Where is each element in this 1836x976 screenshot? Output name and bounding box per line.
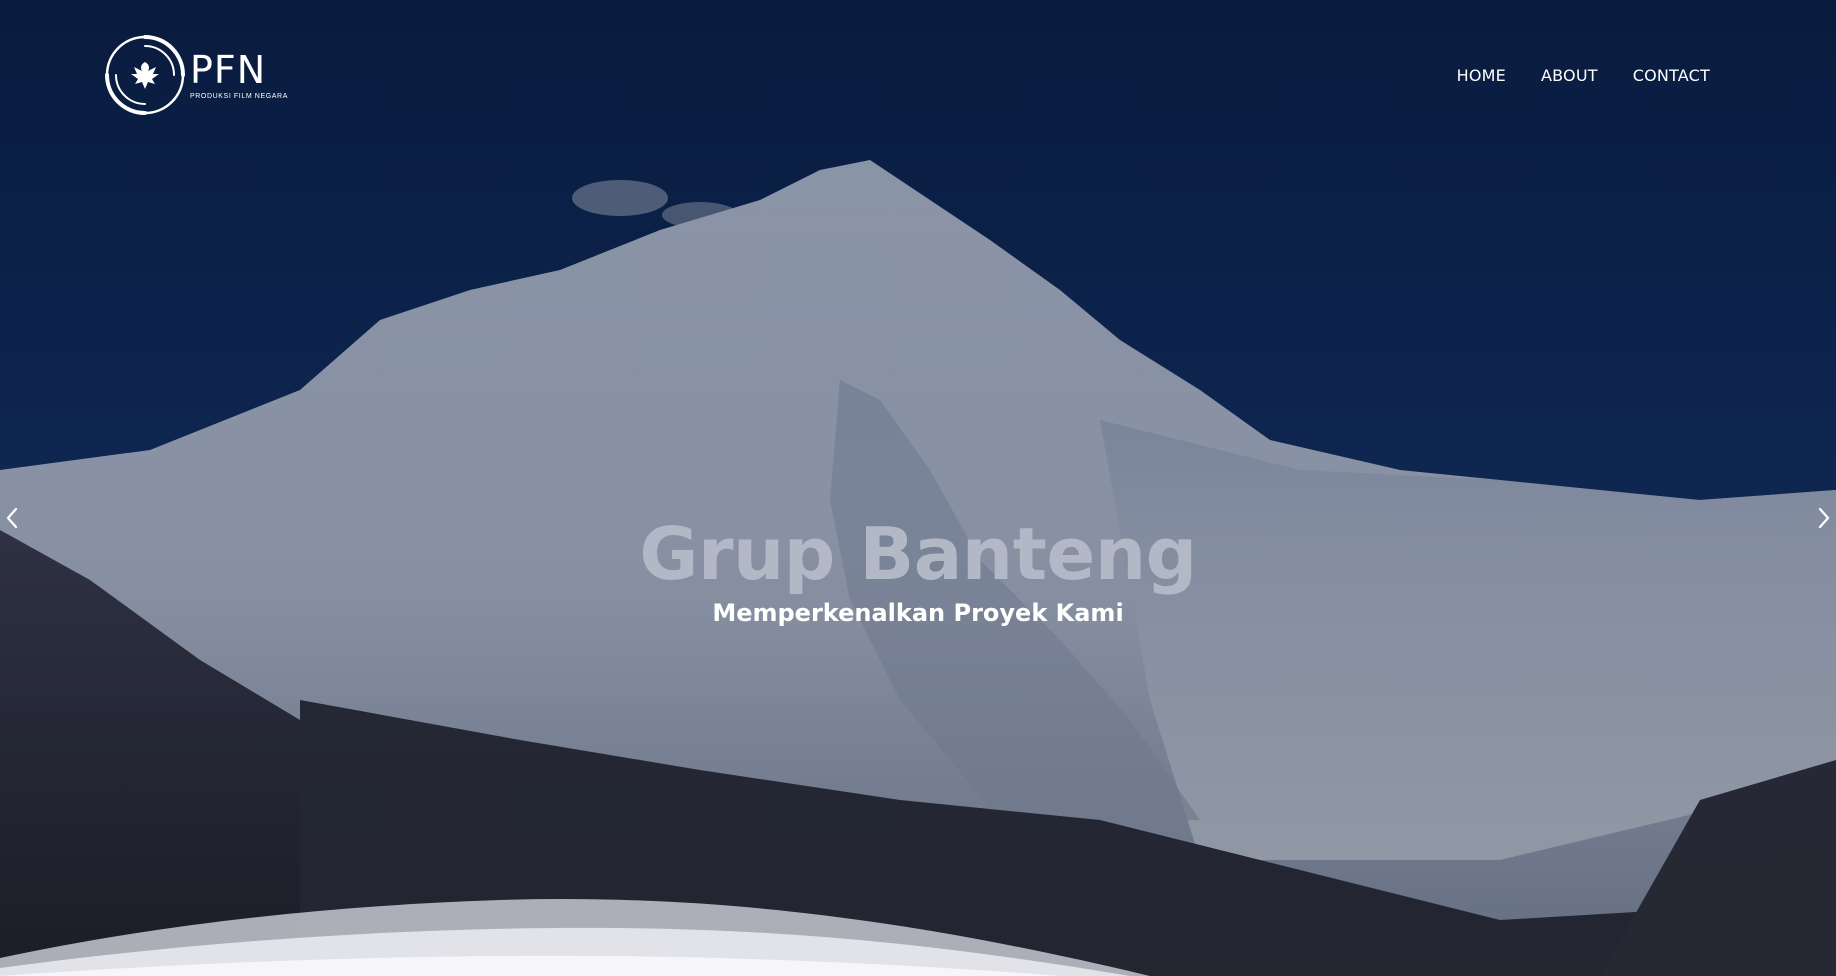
hero-slider: PFN PRODUKSI FILM NEGARA HOME ABOUT CONT…: [0, 0, 1836, 976]
slide-caption: Grup Banteng Memperkenalkan Proyek Kami: [0, 512, 1836, 628]
brand-name: PFN: [190, 47, 267, 92]
nav-link-contact[interactable]: CONTACT: [1633, 66, 1710, 85]
dark-overlay: [0, 0, 1836, 976]
hero-title: Grup Banteng: [639, 512, 1197, 596]
nav-link-home[interactable]: HOME: [1457, 66, 1506, 85]
garuda-emblem-icon: [105, 35, 185, 115]
hero-subtitle: Memperkenalkan Proyek Kami: [712, 599, 1124, 627]
nav-link-about[interactable]: ABOUT: [1541, 66, 1598, 85]
bottom-wave-divider: [0, 899, 1150, 976]
brand-tagline: PRODUKSI FILM NEGARA: [190, 92, 288, 100]
site-logo[interactable]: PFN PRODUKSI FILM NEGARA: [104, 34, 288, 116]
main-nav: HOME ABOUT CONTACT: [1457, 66, 1710, 85]
